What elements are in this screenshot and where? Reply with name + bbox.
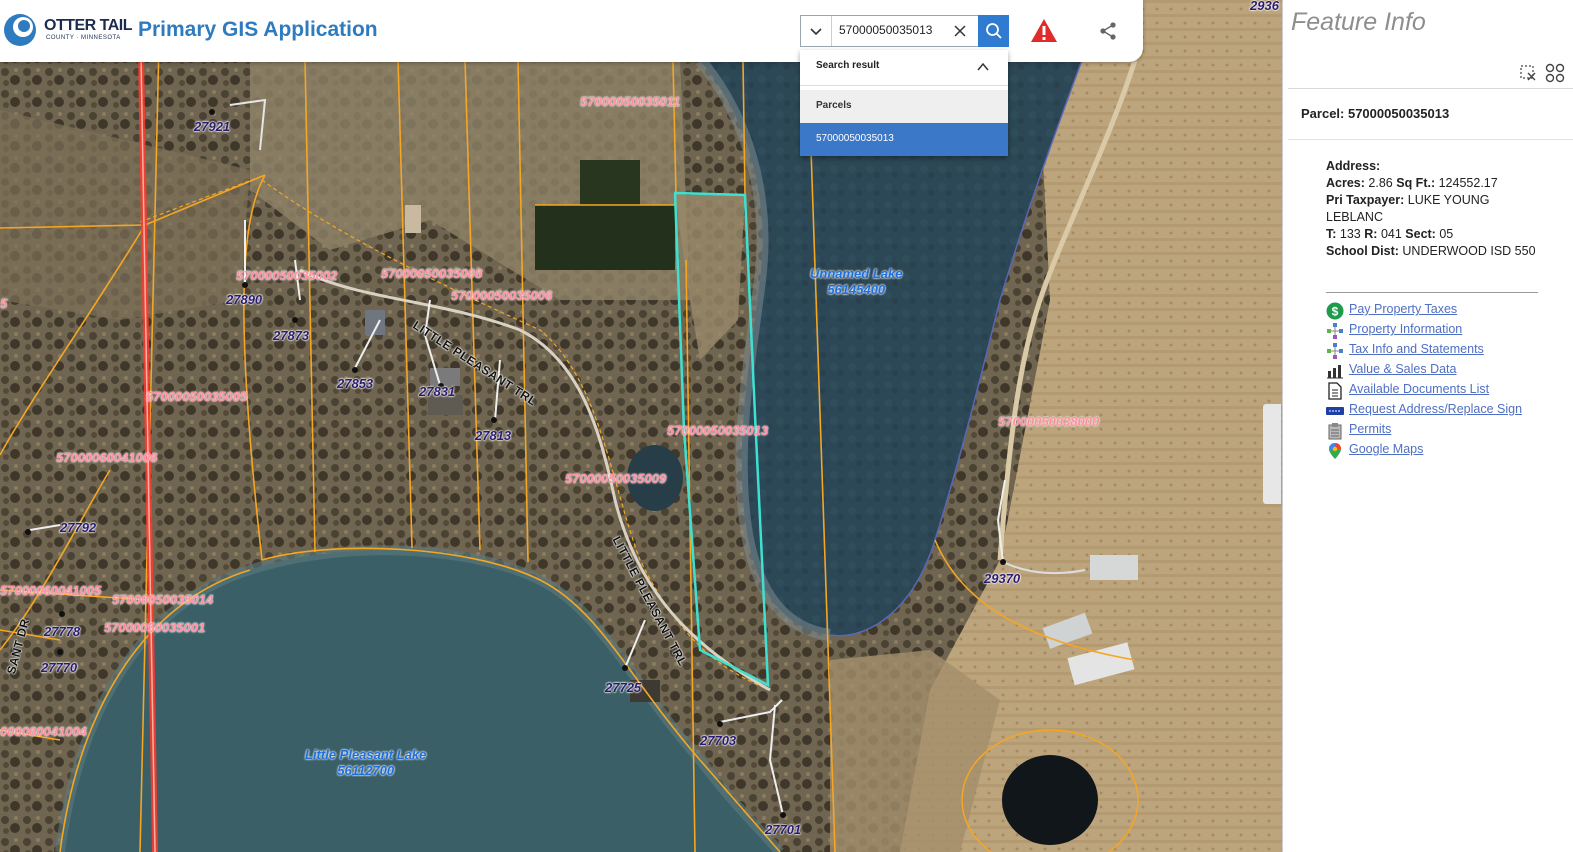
- parcel-label: 57000050035005: [146, 389, 248, 404]
- feature-info-panel: Feature Info Parcel: 57000050035013 Addr…: [1282, 0, 1573, 852]
- address-label: 27701: [765, 822, 802, 837]
- search-results-dropdown: Search result Parcels 57000050035013: [800, 50, 1008, 156]
- address-label: 27890: [226, 292, 263, 307]
- parcel-label: 57000060041006: [56, 450, 158, 465]
- search-input[interactable]: [839, 23, 959, 37]
- parcel-details: Address: Acres: 2.86 Sq Ft.: 124552.17 P…: [1326, 158, 1536, 260]
- alert-icon[interactable]: [1030, 18, 1058, 44]
- otter-tail-logo-icon: [4, 14, 36, 46]
- taxpayer-row: Pri Taxpayer: LUKE YOUNG LEBLANC: [1326, 193, 1490, 224]
- divider: [1288, 139, 1573, 140]
- panel-title: Feature Info: [1291, 8, 1426, 36]
- document-icon: [1328, 382, 1342, 400]
- svg-text:$: $: [1332, 305, 1339, 319]
- parcel-label: 57000050035002: [236, 268, 338, 283]
- sign-icon: [1326, 407, 1344, 415]
- app-title: Primary GIS Application: [138, 18, 378, 41]
- clipboard-icon: [1328, 423, 1342, 440]
- search-results-group-parcels: Parcels: [800, 90, 1008, 123]
- parcel-label: 57000050035001: [104, 620, 206, 635]
- address-label: 27921: [194, 119, 231, 134]
- address-label: 29370: [984, 571, 1021, 586]
- search-box: [800, 15, 1008, 47]
- search-source-dropdown[interactable]: [801, 16, 832, 46]
- divider: [1326, 292, 1538, 293]
- address-label: 27831: [419, 384, 456, 399]
- address-label: 27703: [700, 733, 737, 748]
- parcel-label: 000060041004: [0, 724, 87, 739]
- school-row: School Dist: UNDERWOOD ISD 550: [1326, 244, 1536, 258]
- parcel-label: 57000060041005: [0, 583, 102, 598]
- address-label: 27792: [60, 520, 97, 535]
- trs-row: T: 133 R: 041 Sect: 05: [1326, 227, 1454, 241]
- address-label: 27873: [273, 328, 310, 343]
- parcel-label: 57000050035009: [565, 471, 667, 486]
- map-pin-icon: [1329, 443, 1341, 459]
- acres-row: Acres: 2.86 Sq Ft.: 124552.17: [1326, 176, 1498, 190]
- address-label: 27778: [44, 624, 81, 639]
- search-result-item[interactable]: 57000050035013: [800, 123, 1008, 156]
- chevron-down-icon: [810, 28, 822, 36]
- search-results-header[interactable]: Search result: [800, 50, 1008, 86]
- lake-label-little-pleasant: Little Pleasant Lake 56112700: [305, 747, 427, 778]
- address-label: 27770: [41, 660, 78, 675]
- lake-label-unnamed: Unnamed Lake 56145400: [810, 266, 903, 297]
- parcel-label: 5: [0, 296, 8, 311]
- address-label: 27853: [337, 376, 374, 391]
- chart-icon: [1327, 365, 1343, 379]
- panel-collapse-handle[interactable]: [1263, 404, 1281, 504]
- county-logo-text: OTTER TAIL COUNTY · MINNESOTA: [44, 17, 133, 42]
- clear-selection-icon[interactable]: [1519, 64, 1537, 82]
- chevron-up-icon[interactable]: [976, 60, 990, 74]
- network-icon: [1327, 323, 1343, 339]
- grid-view-icon[interactable]: [1545, 63, 1565, 83]
- address-label: 27813: [475, 428, 512, 443]
- parcel-label-selected: 57000050035013: [667, 423, 769, 438]
- parcel-label: 57000050035006: [451, 288, 553, 303]
- search-button[interactable]: [978, 15, 1009, 47]
- map-view[interactable]: 57000050035011 57000050035002 5700005003…: [0, 0, 1282, 852]
- close-icon[interactable]: [951, 22, 969, 40]
- dollar-icon: $: [1326, 302, 1344, 320]
- parcel-label: 57000050035014: [112, 592, 214, 607]
- network-icon: [1327, 343, 1343, 359]
- parcel-label: 57000050035011: [580, 94, 681, 109]
- parcel-label: 57000050035008: [381, 266, 483, 281]
- address-row: Address:: [1326, 159, 1381, 173]
- divider: [1288, 88, 1573, 89]
- parcel-title: Parcel: 57000050035013: [1301, 106, 1450, 121]
- search-icon: [985, 23, 1002, 39]
- address-label: 2936: [1250, 0, 1279, 13]
- parcel-label: 57000050038000: [998, 414, 1100, 429]
- address-label: 27725: [605, 680, 642, 695]
- share-icon[interactable]: [1098, 21, 1118, 41]
